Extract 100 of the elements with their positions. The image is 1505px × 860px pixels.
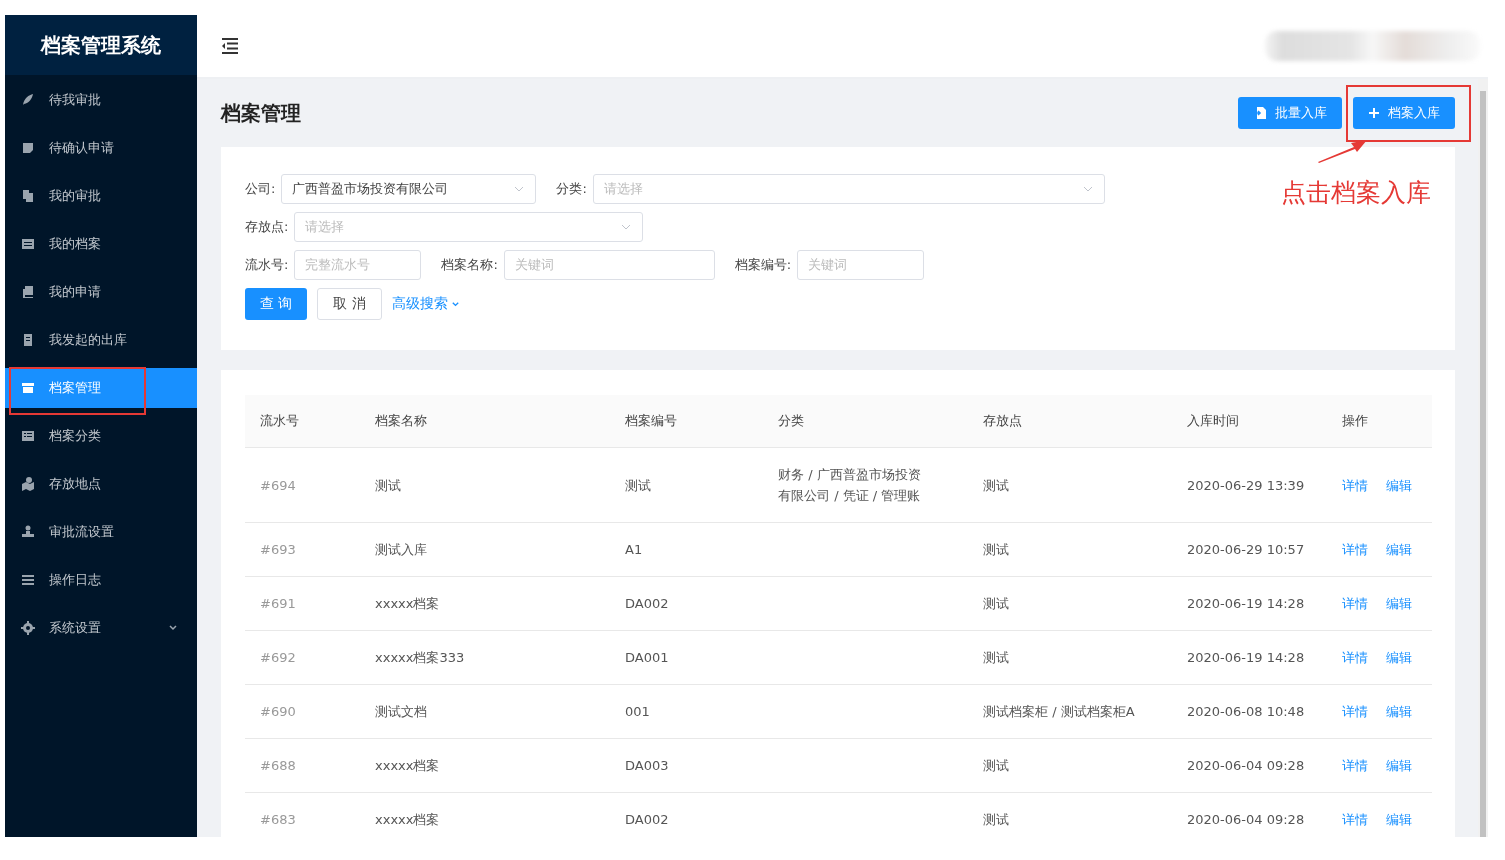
table-cell: 001 [610, 684, 763, 739]
column-header: 入库时间 [1172, 395, 1327, 448]
sidebar-item[interactable]: 档案分类 [5, 416, 197, 456]
sidebar-item[interactable]: 审批流设置 [5, 512, 197, 552]
table-cell: #683 [245, 792, 360, 837]
menu-item-icon [20, 140, 36, 156]
table-cell: #693 [245, 522, 360, 577]
sidebar-item[interactable]: 待确认申请 [5, 128, 197, 168]
cancel-button[interactable]: 取 消 [317, 288, 382, 320]
column-header: 档案编号 [610, 395, 763, 448]
table-cell: #690 [245, 684, 360, 739]
select-field[interactable]: 请选择 [592, 174, 1105, 204]
advanced-search-link[interactable]: 高级搜索 [391, 295, 460, 313]
table-cell: 2020-06-08 10:48 [1172, 684, 1327, 739]
details-link[interactable]: 详情 [1342, 812, 1368, 827]
table-cell: 2020-06-04 09:28 [1172, 738, 1327, 793]
table-cell: DA001 [610, 630, 763, 685]
menu-item-icon [20, 476, 36, 492]
table-cell: xxxxx档案333 [360, 630, 610, 685]
menu-item-icon [20, 524, 36, 540]
table-cell: 2020-06-19 14:28 [1172, 630, 1327, 685]
table-cell: xxxxx档案 [360, 576, 610, 631]
sidebar-item[interactable]: 档案管理 [5, 368, 197, 408]
field-label: 存放点: [245, 218, 289, 236]
menu-item-icon [20, 236, 36, 252]
table-cell: 测试档案柜 / 测试档案柜A [968, 684, 1172, 739]
sidebar-item[interactable]: 操作日志 [5, 560, 197, 600]
edit-link[interactable]: 编辑 [1386, 477, 1412, 493]
edit-link[interactable]: 编辑 [1386, 704, 1412, 719]
chevron-down-icon [168, 623, 178, 633]
table-cell: 2020-06-29 10:57 [1172, 522, 1327, 577]
menu-item-icon [20, 188, 36, 204]
table-cell: DA002 [610, 576, 763, 631]
table-cell: 2020-06-04 09:28 [1172, 792, 1327, 837]
table-cell: 测试 [968, 576, 1172, 631]
details-link[interactable]: 详情 [1342, 542, 1368, 557]
table-cell: xxxxx档案 [360, 792, 610, 837]
edit-link[interactable]: 编辑 [1386, 650, 1412, 665]
table-cell: 测试 [968, 630, 1172, 685]
select-field[interactable]: 广西普盈市场投资有限公司 [281, 174, 537, 204]
menu-item-icon [20, 428, 36, 444]
table-cell: 2020-06-19 14:28 [1172, 576, 1327, 631]
details-link[interactable]: 详情 [1342, 758, 1368, 773]
details-link[interactable]: 详情 [1342, 596, 1368, 611]
field-label: 档案名称: [441, 256, 498, 274]
edit-link[interactable]: 编辑 [1386, 758, 1412, 773]
edit-link[interactable]: 编辑 [1386, 542, 1412, 557]
table-cell: 测试 [968, 447, 1172, 523]
column-header: 流水号 [245, 395, 360, 448]
table-cell: 财务 / 广西普盈市场投资有限公司 / 凭证 / 管理账 [763, 447, 968, 523]
select-field[interactable]: 请选择 [294, 212, 644, 242]
details-link[interactable]: 详情 [1342, 650, 1368, 665]
table-cell: #692 [245, 630, 360, 685]
table-cell: 测试文档 [360, 684, 610, 739]
table-cell: 测试 [968, 738, 1172, 793]
search-button[interactable]: 查 询 [245, 288, 308, 320]
sidebar-item[interactable]: 我的申请 [5, 272, 197, 312]
menu-item-icon [20, 380, 36, 396]
menu-item-icon [20, 572, 36, 588]
details-link[interactable]: 详情 [1342, 477, 1368, 493]
sidebar-item[interactable]: 存放地点 [5, 464, 197, 504]
annotation-text: 点击档案入库 [1281, 177, 1431, 209]
details-link[interactable]: 详情 [1342, 704, 1368, 719]
plus-icon [1368, 107, 1380, 119]
menu-item-icon [20, 620, 36, 636]
table-cell: DA003 [610, 738, 763, 793]
field-label: 分类: [556, 180, 587, 198]
sidebar-item[interactable]: 我发起的出库 [5, 320, 197, 360]
field-label: 档案编号: [734, 256, 792, 274]
table-cell: 测试 [610, 447, 763, 523]
add-archive-button[interactable]: 档案入库 [1353, 97, 1455, 129]
table-cell: DA002 [610, 792, 763, 837]
scrollbar-thumb[interactable] [1480, 91, 1486, 837]
sidebar-item[interactable]: 待我审批 [5, 80, 197, 120]
menu-fold-icon[interactable] [220, 38, 238, 54]
app-title: 档案管理系统 [41, 31, 161, 59]
table-cell: xxxxx档案 [360, 738, 610, 793]
table-cell: #688 [245, 738, 360, 793]
field-label: 公司: [245, 180, 276, 198]
menu-item-icon [20, 92, 36, 108]
column-header: 档案名称 [360, 395, 610, 448]
annotation-arrow [1318, 140, 1367, 163]
sidebar-item[interactable]: 系统设置 [5, 608, 197, 648]
table-cell: 测试 [360, 447, 610, 523]
sidebar-item[interactable]: 我的审批 [5, 176, 197, 216]
sidebar-item[interactable]: 我的档案 [5, 224, 197, 264]
input-field[interactable]: 完整流水号 [294, 250, 422, 280]
edit-link[interactable]: 编辑 [1386, 812, 1412, 827]
table-cell: 测试入库 [360, 522, 610, 577]
edit-link[interactable]: 编辑 [1386, 596, 1412, 611]
table-cell: #694 [245, 447, 360, 523]
batch-import-button[interactable]: 批量入库 [1238, 97, 1342, 129]
table-cell: #691 [245, 576, 360, 631]
input-field[interactable]: 关键词 [503, 250, 715, 280]
table-cell: 测试 [968, 522, 1172, 577]
column-header: 分类 [763, 395, 968, 448]
table-cell: 测试 [968, 792, 1172, 837]
field-label: 流水号: [245, 256, 289, 274]
menu-item-icon [20, 284, 36, 300]
input-field[interactable]: 关键词 [797, 250, 925, 280]
